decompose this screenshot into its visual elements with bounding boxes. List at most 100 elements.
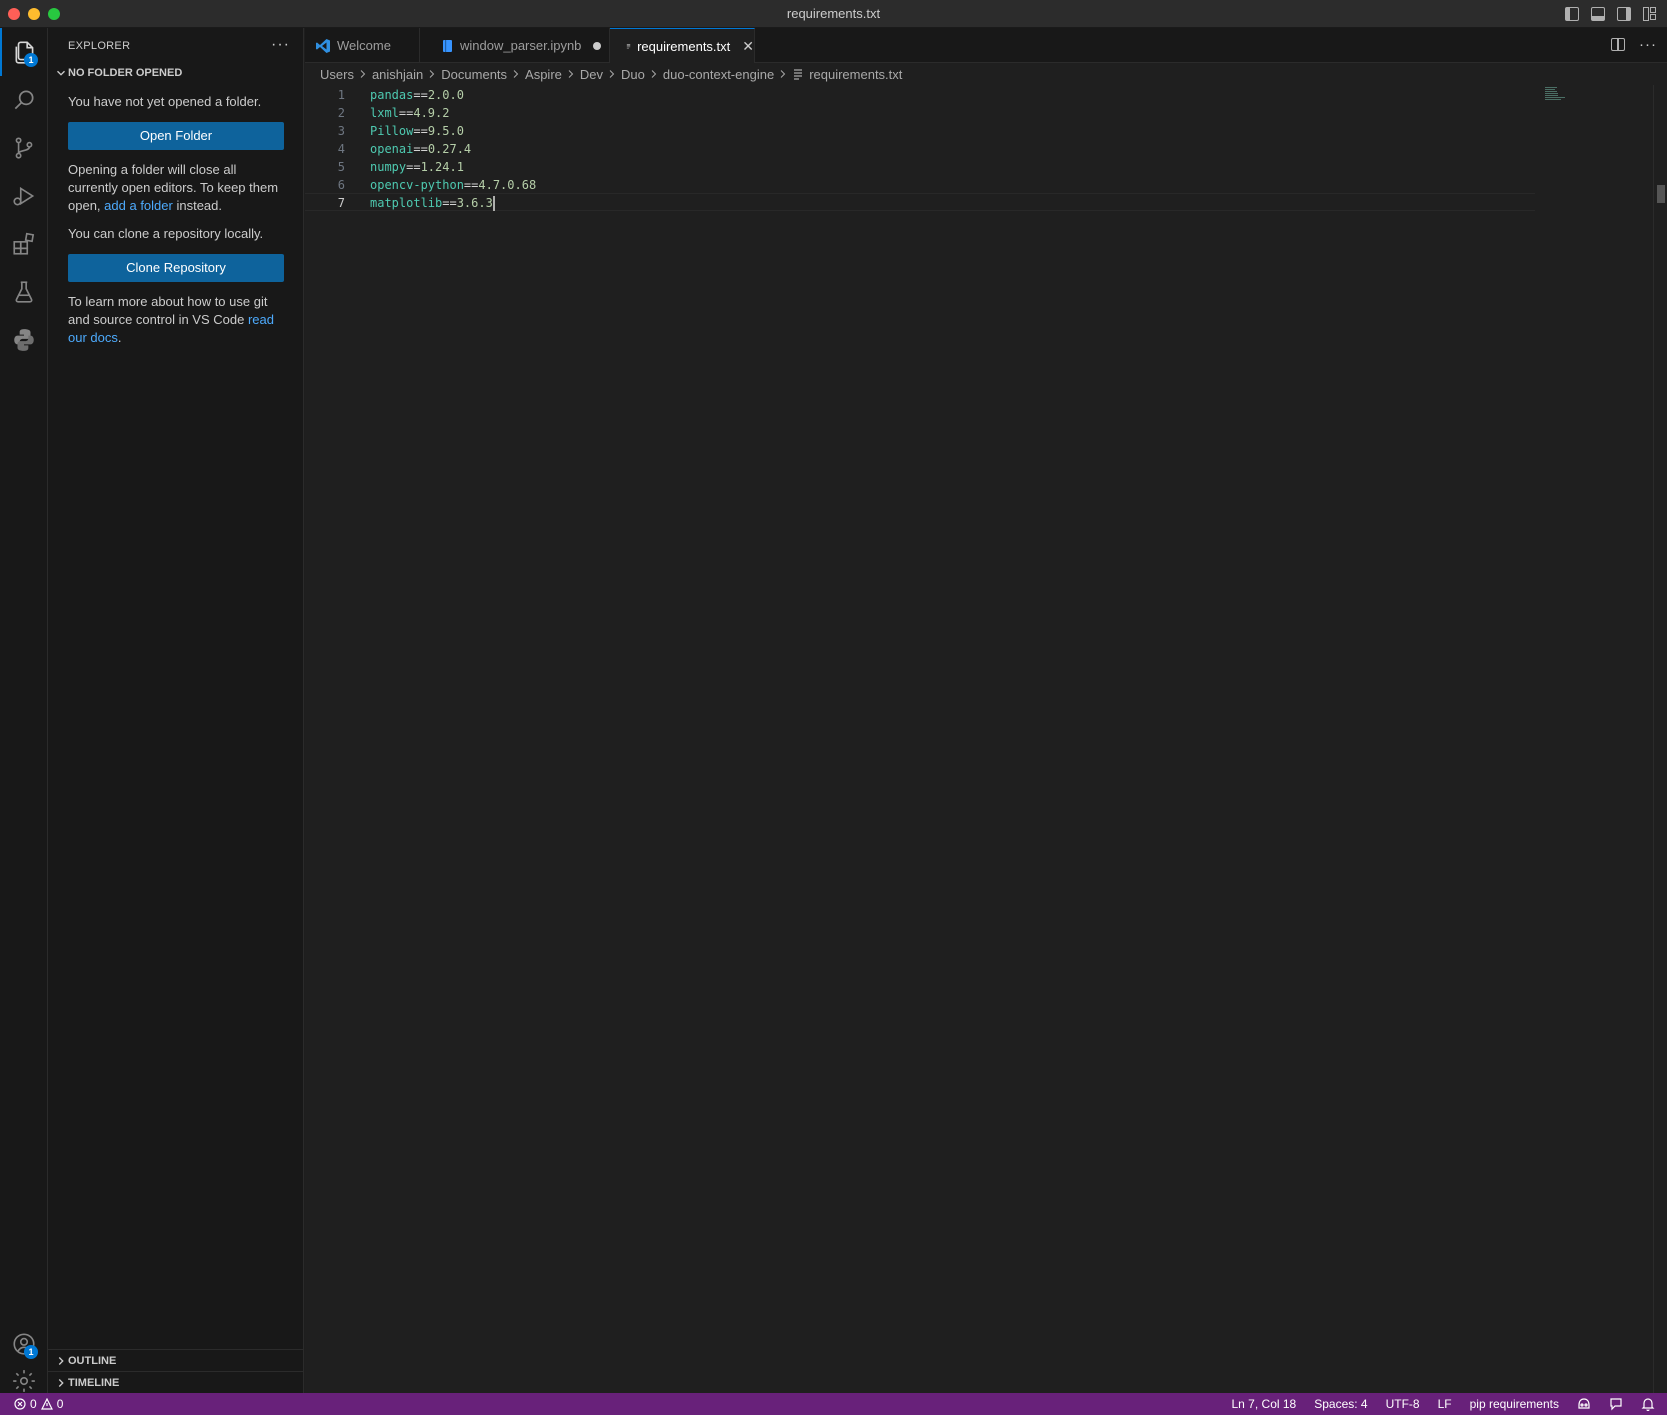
open-folder-button[interactable]: Open Folder	[68, 122, 284, 150]
feedback-icon[interactable]	[1609, 1397, 1623, 1411]
status-bar: 0 0 Ln 7, Col 18 Spaces: 4 UTF-8 LF pip …	[0, 1393, 1667, 1415]
breadcrumb: Users anishjain Documents Aspire Dev Duo…	[305, 63, 1667, 85]
text-cursor	[492, 196, 495, 211]
clone-message: You can clone a repository locally.	[68, 226, 264, 241]
vscode-logo-icon	[316, 38, 330, 53]
package-version: 0.27.4	[427, 142, 472, 156]
text-file-icon	[626, 44, 631, 49]
package-version: 1.24.1	[420, 160, 464, 174]
opening-folder-text-end: instead.	[176, 198, 223, 213]
no-folder-section-header[interactable]: NO FOLDER OPENED	[48, 63, 304, 85]
no-folder-message: You have not yet opened a folder.	[68, 94, 262, 109]
line-number: 3	[337, 124, 345, 138]
notebook-icon	[443, 39, 452, 52]
version-operator: ==	[413, 124, 428, 138]
version-operator: ==	[442, 196, 457, 210]
package-name: Pillow	[370, 124, 414, 138]
line-number: 6	[337, 178, 345, 192]
line-number: 1	[337, 88, 345, 102]
code-line[interactable]: 3 Pillow==9.5.0	[305, 122, 1535, 140]
package-version: 9.5.0	[427, 124, 464, 138]
unsaved-dot-icon[interactable]	[593, 41, 602, 50]
opening-folder-text: Opening a folder will close all currentl…	[68, 162, 279, 213]
chevron-down-icon	[57, 70, 65, 76]
timeline-section-header[interactable]: TIMELINE	[48, 1371, 304, 1393]
end-of-line[interactable]: LF	[1438, 1397, 1452, 1411]
cursor-position[interactable]: Ln 7, Col 18	[1232, 1397, 1297, 1411]
copilot-icon[interactable]	[1577, 1397, 1591, 1411]
minimap[interactable]	[1540, 85, 1600, 105]
manage-gear-icon[interactable]	[0, 1368, 48, 1393]
notifications-bell-icon[interactable]	[1641, 1397, 1655, 1411]
package-version: 3.6.3	[456, 196, 493, 210]
breadcrumb-item[interactable]: Dev	[580, 67, 603, 82]
line-number: 5	[337, 160, 345, 174]
no-folder-section-title: NO FOLDER OPENED	[68, 67, 183, 79]
package-version: 4.9.2	[413, 106, 450, 120]
close-tab-icon[interactable]: ✕	[742, 38, 754, 55]
tab-welcome-label: Welcome	[337, 38, 391, 53]
tab-window-parser-label: window_parser.ipynb	[460, 38, 582, 53]
breadcrumb-item[interactable]: requirements.txt	[809, 67, 902, 82]
outline-section-header[interactable]: OUTLINE	[48, 1349, 304, 1371]
language-mode[interactable]: pip requirements	[1470, 1397, 1559, 1411]
source-control-icon[interactable]	[0, 124, 48, 172]
code-line[interactable]: 1 pandas==2.0.0	[305, 86, 1535, 104]
timeline-title: TIMELINE	[68, 1377, 120, 1389]
learn-more-text: To learn more about how to use git and s…	[68, 294, 268, 327]
breadcrumb-item[interactable]: Documents	[441, 67, 507, 82]
accounts-icon[interactable]: 1	[0, 1320, 48, 1368]
line-number: 2	[337, 106, 345, 120]
tab-requirements-label: requirements.txt	[637, 38, 731, 54]
chevron-right-icon	[609, 70, 615, 78]
breadcrumb-item[interactable]: Users	[320, 67, 354, 82]
toggle-primary-sidebar-icon[interactable]	[1565, 7, 1579, 21]
customize-layout-icon[interactable]	[1643, 7, 1657, 21]
version-operator: ==	[406, 160, 421, 174]
breadcrumb-item[interactable]: anishjain	[372, 67, 423, 82]
code-editor[interactable]: 1 pandas==2.0.0 2 lxml==4.9.2 3 Pillow==…	[305, 85, 1667, 1393]
chevron-right-icon	[429, 70, 435, 78]
version-operator: ==	[413, 142, 428, 156]
package-name: pandas	[370, 88, 414, 102]
line-number: 7	[337, 196, 345, 210]
python-icon[interactable]	[0, 316, 48, 364]
clone-repository-button[interactable]: Clone Repository	[68, 254, 284, 282]
vertical-scrollbar[interactable]	[1653, 85, 1667, 1393]
editor-tab-bar: Welcome window_parser.ipynb requirements…	[305, 28, 1667, 63]
toggle-panel-icon[interactable]	[1591, 7, 1605, 21]
activity-bar: 1 1	[0, 28, 48, 1393]
version-operator: ==	[398, 106, 414, 120]
breadcrumb-item[interactable]: Aspire	[525, 67, 562, 82]
package-name: matplotlib	[370, 196, 443, 210]
breadcrumb-item[interactable]: duo-context-engine	[663, 67, 774, 82]
add-folder-link[interactable]: add a folder	[104, 198, 173, 213]
scrollbar-cursor-marker	[1657, 185, 1665, 203]
split-editor-icon[interactable]	[1611, 38, 1625, 51]
breadcrumb-item[interactable]: Duo	[621, 67, 645, 82]
problems-indicator[interactable]: 0 0	[14, 1397, 63, 1411]
explorer-more-actions-button[interactable]: ···	[271, 36, 290, 54]
search-icon[interactable]	[0, 76, 48, 124]
code-line-current[interactable]: 7 matplotlib==3.6.3	[305, 193, 1535, 211]
tab-welcome[interactable]: Welcome	[305, 28, 420, 63]
accounts-badge: 1	[24, 1345, 38, 1359]
indentation[interactable]: Spaces: 4	[1314, 1397, 1367, 1411]
encoding[interactable]: UTF-8	[1386, 1397, 1420, 1411]
toggle-secondary-sidebar-icon[interactable]	[1617, 7, 1631, 21]
code-line[interactable]: 4 openai==0.27.4	[305, 140, 1535, 158]
package-version: 2.0.0	[427, 88, 464, 102]
run-and-debug-icon[interactable]	[0, 172, 48, 220]
tab-requirements[interactable]: requirements.txt ✕	[610, 28, 755, 63]
testing-icon[interactable]	[0, 268, 48, 316]
tab-window-parser[interactable]: window_parser.ipynb	[420, 28, 610, 63]
code-line[interactable]: 5 numpy==1.24.1	[305, 158, 1535, 176]
code-line[interactable]: 2 lxml==4.9.2	[305, 104, 1535, 122]
code-line[interactable]: 6 opencv-python==4.7.0.68	[305, 176, 1535, 194]
more-actions-icon[interactable]: ···	[1639, 36, 1657, 53]
chevron-right-icon	[651, 70, 657, 78]
extensions-icon[interactable]	[0, 220, 48, 268]
package-name: lxml	[370, 106, 399, 120]
explorer-icon[interactable]: 1	[0, 28, 48, 76]
package-version: 4.7.0.68	[478, 178, 537, 192]
